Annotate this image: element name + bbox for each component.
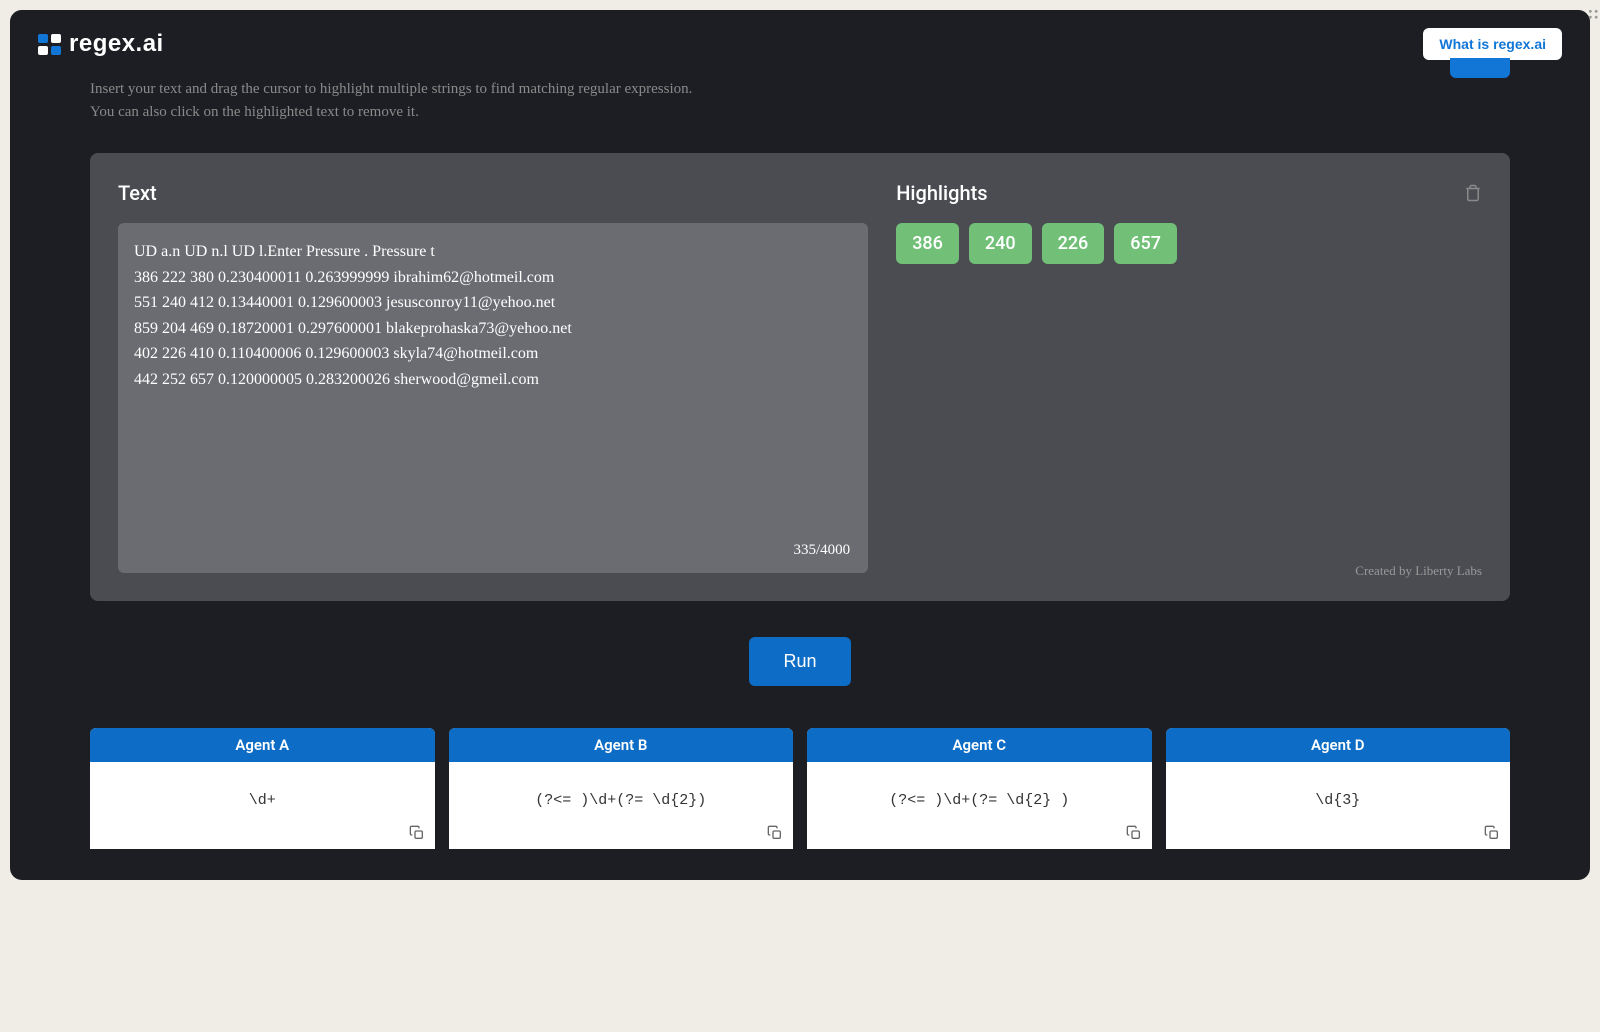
highlights-chips: 386 240 226 657 <box>896 223 1482 264</box>
window-drag-handle <box>1588 8 1600 22</box>
highlights-title: Highlights <box>896 181 987 205</box>
agent-header: Agent B <box>449 728 794 762</box>
agent-card-b: Agent B (?<= )\d+(?= \d{2}) <box>449 728 794 849</box>
agent-pattern: \d{3} <box>1166 762 1511 849</box>
instructions-line1: Insert your text and drag the cursor to … <box>90 78 1510 101</box>
agents-row: Agent A \d+ Agent B (?<= )\d+(?= \d{2}) … <box>90 728 1510 849</box>
logo-text: regex.ai <box>69 30 164 58</box>
text-section: Text UD a.n UD n.l UD l.Enter Pressure .… <box>118 181 868 573</box>
trash-icon[interactable] <box>1464 184 1482 202</box>
char-count: 335/4000 <box>794 542 851 559</box>
text-input-area[interactable]: UD a.n UD n.l UD l.Enter Pressure . Pres… <box>118 223 868 573</box>
copy-icon[interactable] <box>767 825 783 841</box>
highlights-section: Highlights 386 240 226 657 Created by Li… <box>896 181 1482 573</box>
what-is-regex-button[interactable]: What is regex.ai <box>1423 28 1562 60</box>
run-button[interactable]: Run <box>749 637 850 686</box>
text-content[interactable]: UD a.n UD n.l UD l.Enter Pressure . Pres… <box>134 239 852 393</box>
partial-button[interactable] <box>1450 58 1510 78</box>
agent-header: Agent D <box>1166 728 1511 762</box>
highlight-chip[interactable]: 386 <box>896 223 959 264</box>
agent-pattern: \d+ <box>90 762 435 849</box>
highlight-chip[interactable]: 657 <box>1114 223 1177 264</box>
logo[interactable]: regex.ai <box>38 30 164 58</box>
credit-text: Created by Liberty Labs <box>1355 563 1482 579</box>
highlight-chip[interactable]: 240 <box>969 223 1032 264</box>
copy-icon[interactable] <box>1126 825 1142 841</box>
app-window: regex.ai What is regex.ai Insert your te… <box>10 10 1590 880</box>
text-title: Text <box>118 181 868 205</box>
main-panel: Text UD a.n UD n.l UD l.Enter Pressure .… <box>90 153 1510 601</box>
agent-header: Agent A <box>90 728 435 762</box>
agent-card-d: Agent D \d{3} <box>1166 728 1511 849</box>
agent-pattern: (?<= )\d+(?= \d{2} ) <box>807 762 1152 849</box>
logo-icon <box>38 34 61 55</box>
highlight-chip[interactable]: 226 <box>1042 223 1105 264</box>
agent-card-c: Agent C (?<= )\d+(?= \d{2} ) <box>807 728 1152 849</box>
copy-icon[interactable] <box>409 825 425 841</box>
instructions-line2: You can also click on the highlighted te… <box>90 101 1510 124</box>
copy-icon[interactable] <box>1484 825 1500 841</box>
agent-pattern: (?<= )\d+(?= \d{2}) <box>449 762 794 849</box>
header: regex.ai What is regex.ai <box>10 10 1590 78</box>
agent-card-a: Agent A \d+ <box>90 728 435 849</box>
agent-header: Agent C <box>807 728 1152 762</box>
main-content: Insert your text and drag the cursor to … <box>10 78 1590 849</box>
